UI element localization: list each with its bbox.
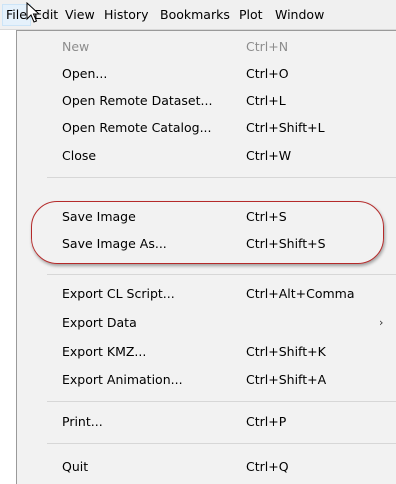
menu-item-export-kmz[interactable]: Export KMZ... Ctrl+Shift+K [17,341,396,363]
menu-item-open-remote-catalog[interactable]: Open Remote Catalog... Ctrl+Shift+L [17,117,396,139]
menu-item-label: Save Image As... [62,236,167,251]
menu-item-shortcut: Ctrl+P [246,414,287,429]
menu-item-label: Open... [62,66,108,81]
menu-item-label: Save Image [62,209,136,224]
menu-item-label: Open Remote Dataset... [62,93,213,108]
menu-item-close[interactable]: Close Ctrl+W [17,145,396,167]
menu-bar: File Edit View History Bookmarks Plot Wi… [0,0,396,30]
menu-item-label: Quit [62,459,89,474]
menu-item-label: Open Remote Catalog... [62,120,212,135]
menu-item-shortcut: Ctrl+Shift+K [246,344,326,359]
menu-item-label: Close [62,148,97,163]
menu-item-shortcut: Ctrl+L [246,93,286,108]
menu-separator [47,274,396,275]
file-menu-dropdown: New Ctrl+N Open... Ctrl+O Open Remote Da… [16,30,396,484]
menu-item-export-data[interactable]: Export Data › [17,312,396,334]
menu-item-shortcut: Ctrl+Q [246,459,289,474]
menu-item-label: Export CL Script... [62,286,175,301]
menu-item-shortcut: Ctrl+Shift+A [246,372,327,387]
menu-item-export-cl-script[interactable]: Export CL Script... Ctrl+Alt+Comma [17,283,396,305]
menu-item-open-remote-dataset[interactable]: Open Remote Dataset... Ctrl+L [17,90,396,112]
menu-separator [47,401,396,402]
menu-view[interactable]: View [62,5,98,25]
mouse-cursor-icon [26,2,40,23]
menu-separator [47,177,396,178]
menu-item-save-image[interactable]: Save Image Ctrl+S [17,206,396,228]
menu-item-shortcut: Ctrl+Shift+S [246,236,326,251]
menu-item-label: Print... [62,414,103,429]
menu-separator [47,443,396,444]
menu-window[interactable]: Window [272,5,327,25]
menu-item-open[interactable]: Open... Ctrl+O [17,63,396,85]
menu-item-label: Export Animation... [62,372,183,387]
menu-item-export-animation[interactable]: Export Animation... Ctrl+Shift+A [17,369,396,391]
menu-item-shortcut: Ctrl+Alt+Comma [246,286,355,301]
menu-item-shortcut: Ctrl+W [246,148,292,163]
menu-bookmarks[interactable]: Bookmarks [157,5,233,25]
menu-history[interactable]: History [101,5,151,25]
menu-plot[interactable]: Plot [236,5,266,25]
menu-item-label: Export KMZ... [62,344,147,359]
menu-item-quit[interactable]: Quit Ctrl+Q [17,456,396,478]
menu-item-print[interactable]: Print... Ctrl+P [17,411,396,433]
menu-item-shortcut: Ctrl+N [246,39,289,54]
menu-item-label: New [62,39,90,54]
menu-item-shortcut: Ctrl+S [246,209,287,224]
menu-item-save-image-as[interactable]: Save Image As... Ctrl+Shift+S [17,233,396,255]
chevron-right-icon: › [379,316,384,329]
menu-item-new: New Ctrl+N [17,36,396,58]
menu-item-shortcut: Ctrl+Shift+L [246,120,325,135]
menu-item-shortcut: Ctrl+O [246,66,289,81]
menu-item-label: Export Data [62,315,137,330]
